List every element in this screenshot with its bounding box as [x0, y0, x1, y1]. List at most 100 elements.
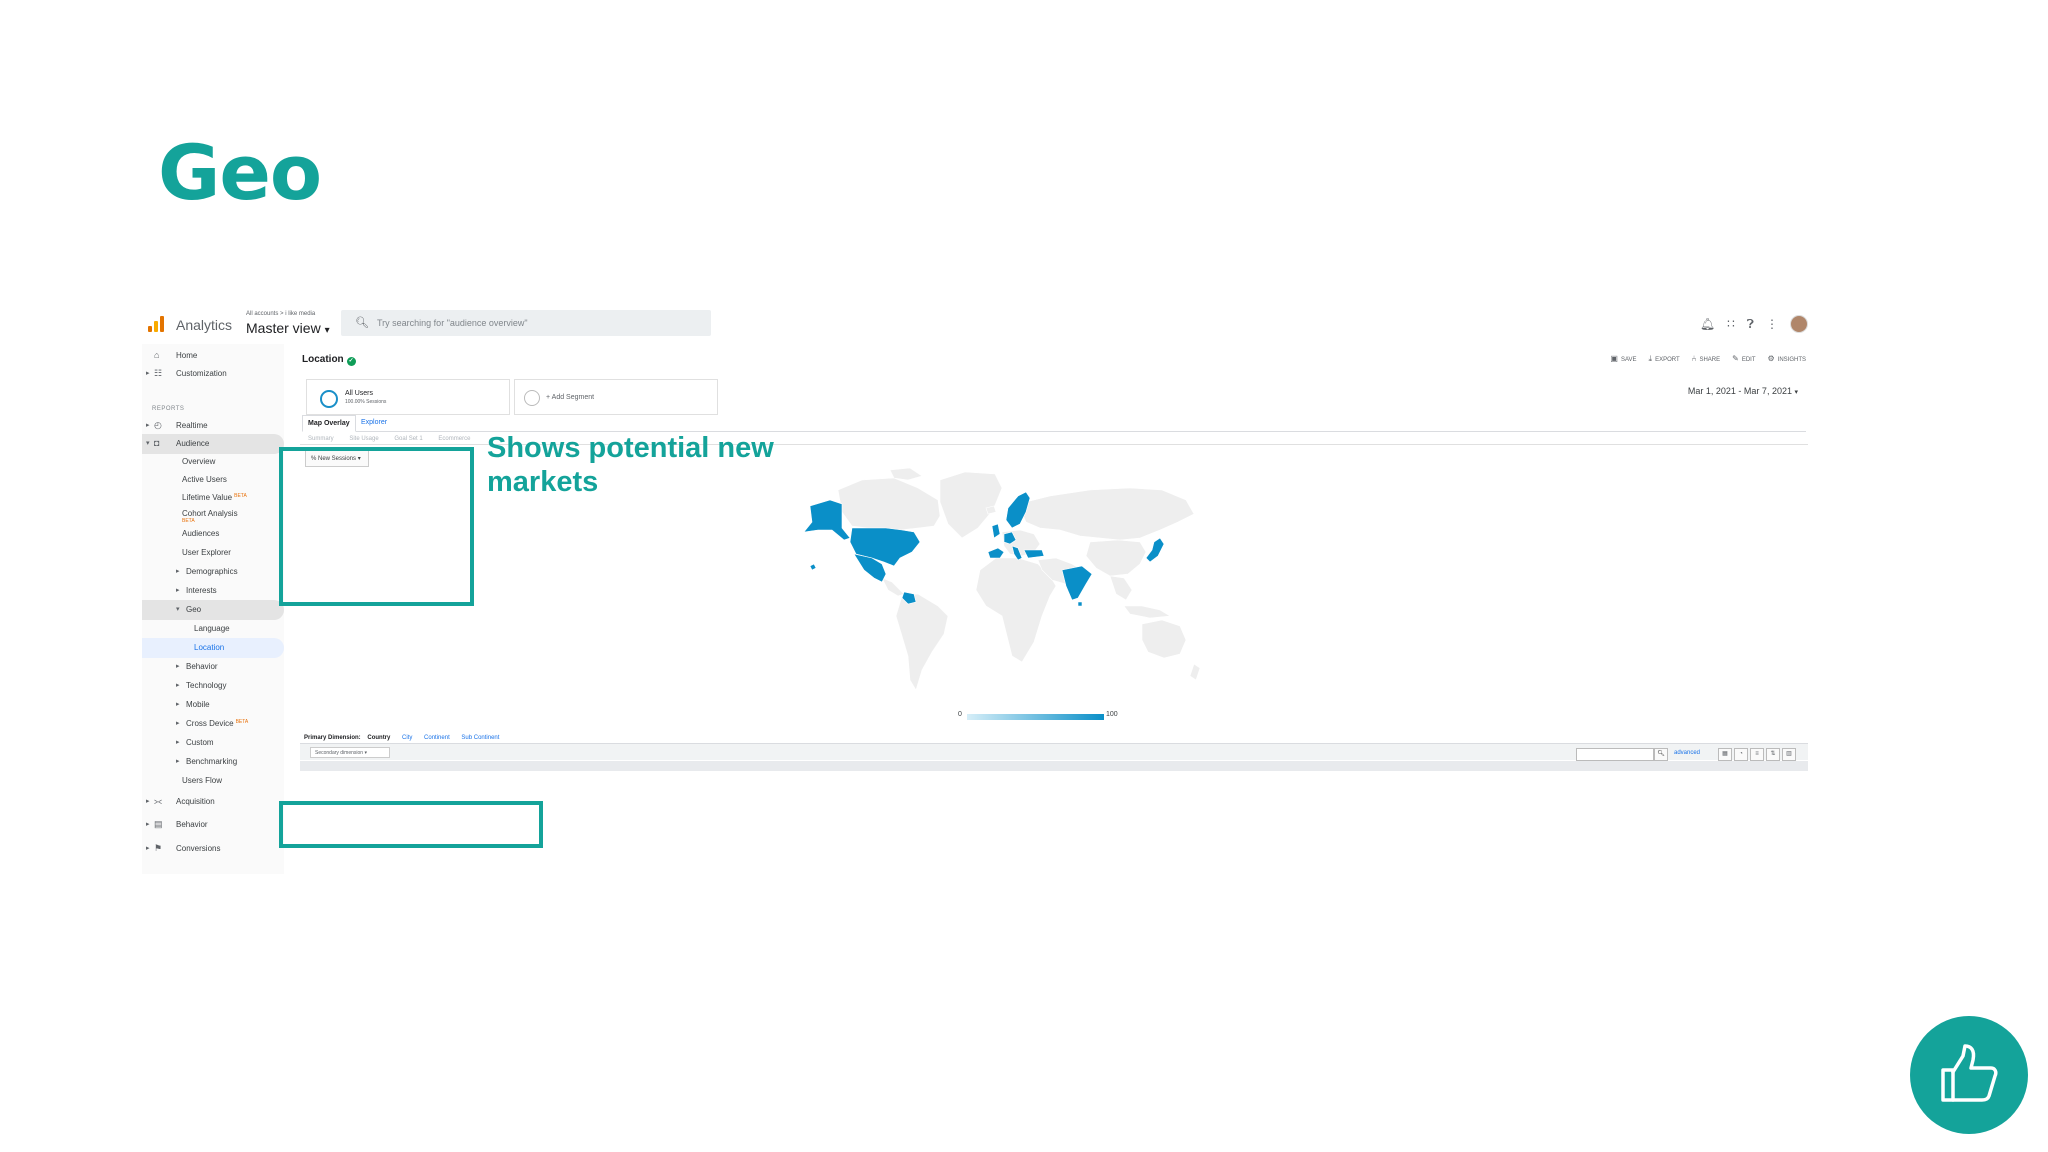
- more-vert-icon[interactable]: ⋮: [1766, 317, 1778, 331]
- dimension-continent[interactable]: Continent: [424, 735, 450, 741]
- sidebar-item-overview[interactable]: Overview: [142, 452, 284, 472]
- table-header: [300, 761, 1808, 771]
- reports-section-label: REPORTS: [152, 406, 185, 412]
- table-view-toggles: ▦ ◔ ≡ ⇅ ▥: [1718, 748, 1796, 761]
- legend-gradient: [967, 714, 1104, 720]
- share-button[interactable]: ⑃ SHARE: [1692, 354, 1720, 364]
- view-selector[interactable]: Master view ▾: [246, 320, 330, 336]
- help-icon[interactable]: ❓︎: [1747, 317, 1754, 332]
- sidebar-item-language[interactable]: Language: [142, 619, 284, 639]
- sidebar-item-custom[interactable]: ▸ Custom: [142, 733, 284, 753]
- breadcrumb[interactable]: All accounts > i like media: [246, 311, 315, 317]
- verified-check-icon: ✓: [346, 357, 356, 366]
- map-new-zealand[interactable]: [1189, 663, 1201, 681]
- slide-title: Geo: [158, 128, 322, 217]
- subtab-ecommerce[interactable]: Ecommerce: [438, 436, 470, 442]
- report-actions: ▣ SAVE ⤓ EXPORT ⑃ SHARE ✎ EDIT ⚙ INSIGHTS: [1610, 354, 1806, 364]
- subtab-site-usage[interactable]: Site Usage: [349, 436, 378, 442]
- sidebar-item-user-explorer[interactable]: User Explorer: [142, 543, 284, 563]
- chevron-down-icon: ▾: [146, 440, 150, 447]
- sidebar-item-acquisition[interactable]: ▸ ⪥ Acquisition: [142, 792, 284, 812]
- thumbs-up-button[interactable]: [1910, 1016, 2028, 1134]
- chevron-right-icon: ▸: [176, 587, 180, 594]
- notifications-bell-icon[interactable]: 🔔︎: [1700, 317, 1715, 331]
- sidebar-item-active-users[interactable]: Active Users: [142, 470, 284, 490]
- tab-map-overlay[interactable]: Map Overlay: [302, 415, 356, 432]
- add-segment-button[interactable]: + Add Segment: [514, 379, 718, 415]
- map-australia[interactable]: [1141, 619, 1187, 659]
- comparison-view-icon[interactable]: ⇅: [1766, 748, 1780, 761]
- map-hawaii[interactable]: [809, 563, 817, 571]
- beta-badge: BETA: [235, 719, 249, 725]
- sidebar-item-interests[interactable]: ▸ Interests: [142, 581, 284, 601]
- map-legend: 0 100: [958, 711, 1118, 721]
- sidebar-item-conversions[interactable]: ▸ ⚑ Conversions: [142, 839, 284, 859]
- sidebar-item-mobile[interactable]: ▸ Mobile: [142, 695, 284, 715]
- table-search-input[interactable]: [1576, 748, 1654, 761]
- sidebar-item-demographics[interactable]: ▸ Demographics: [142, 562, 284, 582]
- chevron-right-icon: ▸: [176, 701, 180, 708]
- sidebar-item-users-flow[interactable]: Users Flow: [142, 771, 284, 791]
- chevron-right-icon: ▸: [176, 682, 180, 689]
- map-india[interactable]: [1061, 565, 1093, 601]
- chevron-right-icon: ▸: [146, 821, 150, 828]
- secondary-dimension-dropdown[interactable]: Secondary dimension ▾: [310, 747, 390, 758]
- sidebar-item-home[interactable]: ⌂ Home: [142, 346, 284, 366]
- map-south-america[interactable]: [895, 593, 949, 691]
- map-central-america[interactable]: [881, 577, 905, 597]
- pie-view-icon[interactable]: ◔: [1734, 748, 1748, 761]
- segment-all-users[interactable]: All Users 100.00% Sessions: [306, 379, 510, 415]
- map-spain[interactable]: [987, 547, 1005, 559]
- table-search-icon[interactable]: 🔍︎: [1654, 748, 1668, 761]
- save-icon: ▣: [1610, 354, 1618, 363]
- subtab-summary[interactable]: Summary: [308, 436, 334, 442]
- map-africa[interactable]: [975, 557, 1057, 663]
- sub-tabs: Summary Site Usage Goal Set 1 Ecommerce: [308, 436, 484, 442]
- sidebar-item-audiences[interactable]: Audiences: [142, 524, 284, 544]
- map-sri-lanka[interactable]: [1077, 601, 1083, 607]
- sidebar-item-realtime[interactable]: ▸ ◴ Realtime: [142, 416, 284, 436]
- pencil-icon: ✎: [1732, 354, 1739, 363]
- map-canada[interactable]: [837, 477, 941, 531]
- sidebar-item-cross-device[interactable]: ▸ Cross Device BETA: [142, 714, 284, 734]
- save-button[interactable]: ▣ SAVE: [1610, 354, 1636, 364]
- sidebar-item-geo[interactable]: ▾ Geo: [142, 600, 284, 620]
- sidebar-item-cohort-analysis[interactable]: Cohort Analysis BETA: [142, 504, 284, 524]
- insights-icon: ⚙: [1767, 354, 1775, 363]
- pivot-view-icon[interactable]: ▥: [1782, 748, 1796, 761]
- search-bar[interactable]: 🔍︎ Try searching for "audience overview": [341, 310, 711, 336]
- search-icon: 🔍︎: [355, 317, 369, 329]
- map-united-kingdom[interactable]: [991, 523, 1001, 539]
- export-button[interactable]: ⤓ EXPORT: [1649, 354, 1680, 364]
- sidebar-item-behavior-top[interactable]: ▸ ▤ Behavior: [142, 815, 284, 835]
- insights-button[interactable]: ⚙ INSIGHTS: [1767, 354, 1806, 364]
- map-arctic-islands[interactable]: [889, 467, 923, 481]
- map-russia-asia[interactable]: [1017, 487, 1195, 541]
- dimension-city[interactable]: City: [402, 735, 412, 741]
- map-southeast-asia[interactable]: [1109, 575, 1133, 601]
- map-scandinavia[interactable]: [1005, 491, 1031, 529]
- apps-grid-icon[interactable]: ∷: [1727, 317, 1735, 331]
- sidebar-item-customization[interactable]: ▸ ☷ Customization: [142, 364, 284, 384]
- sidebar-item-technology[interactable]: ▸ Technology: [142, 676, 284, 696]
- sidebar-item-benchmarking[interactable]: ▸ Benchmarking: [142, 752, 284, 772]
- subtab-goal-set[interactable]: Goal Set 1: [394, 436, 422, 442]
- avatar[interactable]: [1790, 315, 1808, 333]
- edit-button[interactable]: ✎ EDIT: [1732, 354, 1755, 364]
- map-indonesia[interactable]: [1123, 605, 1171, 619]
- map-turkey[interactable]: [1023, 549, 1045, 559]
- advanced-filter-link[interactable]: advanced: [1674, 750, 1700, 756]
- world-map[interactable]: [790, 466, 1310, 706]
- map-japan[interactable]: [1145, 537, 1165, 563]
- map-china[interactable]: [1085, 539, 1147, 577]
- tab-explorer[interactable]: Explorer: [356, 415, 392, 430]
- home-icon: ⌂: [154, 350, 160, 360]
- table-view-icon[interactable]: ▦: [1718, 748, 1732, 761]
- sidebar-item-audience[interactable]: ▾ ◘ Audience: [142, 434, 284, 454]
- date-range-picker[interactable]: Mar 1, 2021 - Mar 7, 2021 ▾: [1688, 386, 1798, 396]
- sidebar-item-behavior[interactable]: ▸ Behavior: [142, 657, 284, 677]
- dimension-country[interactable]: Country: [367, 735, 390, 741]
- performance-view-icon[interactable]: ≡: [1750, 748, 1764, 761]
- sidebar-item-location[interactable]: Location: [142, 638, 284, 658]
- dimension-sub-continent[interactable]: Sub Continent: [461, 735, 499, 741]
